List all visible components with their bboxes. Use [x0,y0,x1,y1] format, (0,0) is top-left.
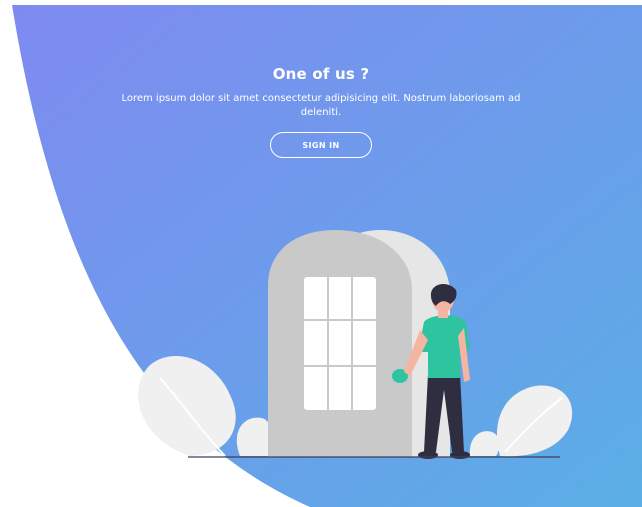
sign-in-button[interactable]: SIGN IN [270,132,372,158]
panel-title: One of us ? [272,65,370,83]
panel-description: Lorem ipsum dolor sit amet consectetur a… [121,93,521,118]
sign-in-panel: One of us ? Lorem ipsum dolor sit amet c… [0,0,642,507]
panel-content: One of us ? Lorem ipsum dolor sit amet c… [0,62,642,158]
